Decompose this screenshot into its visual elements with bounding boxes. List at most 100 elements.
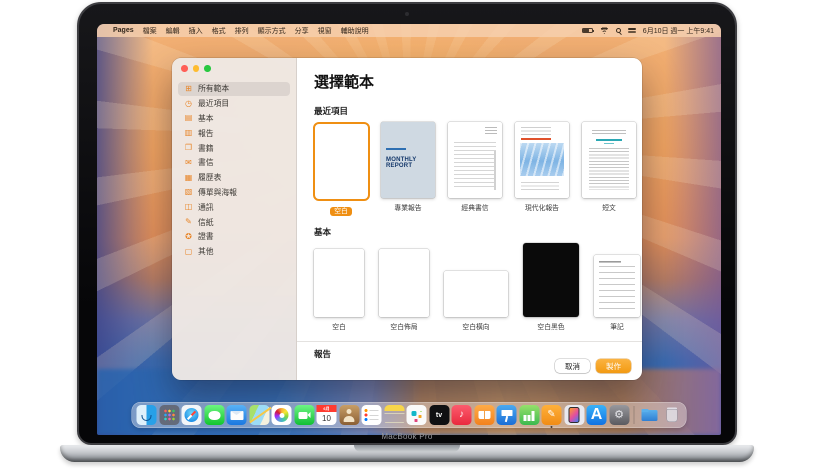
sidebar-item-label: 書籍	[198, 143, 214, 153]
menu-item-6[interactable]: 顯示方式	[258, 26, 286, 36]
sidebar-item-recents[interactable]: ◷ 最近項目	[178, 96, 290, 111]
thumbnail-art	[454, 142, 496, 190]
sidebar-item-all-templates[interactable]: ⊞ 所有範本	[178, 81, 290, 97]
dock-tv-icon[interactable]: tv	[429, 405, 449, 425]
template-blank-selected[interactable]: 空白	[312, 122, 370, 216]
running-indicator-dot	[550, 425, 553, 428]
close-button[interactable]	[181, 65, 188, 72]
dock-messages-icon[interactable]	[204, 405, 224, 425]
dock-keynote-icon[interactable]	[496, 405, 517, 425]
dock-reminders-icon[interactable]	[361, 405, 382, 425]
menu-item-1[interactable]: 檔案	[143, 26, 157, 36]
create-button[interactable]: 製作	[596, 359, 631, 373]
template-classic-letter[interactable]: 經典書信	[448, 122, 502, 212]
template-blank-layout[interactable]: 空白佈局	[379, 243, 429, 331]
all-templates-icon: ⊞	[185, 83, 192, 93]
dock-music-icon[interactable]: ♪	[451, 405, 472, 425]
sidebar-item-stationery[interactable]: ✎ 信紙	[178, 215, 290, 230]
sidebar-item-reports[interactable]: ▥ 報告	[178, 126, 290, 141]
menu-item-3[interactable]: 插入	[189, 26, 203, 36]
cancel-button[interactable]: 取消	[555, 359, 590, 373]
recents-icon: ◷	[185, 98, 192, 108]
template-blank-landscape[interactable]: 空白橫向	[444, 243, 508, 331]
sidebar-item-letters[interactable]: ✉ 書信	[178, 155, 290, 170]
wifi-icon[interactable]	[599, 27, 609, 34]
calendar-month-text: 6月	[316, 405, 337, 412]
sidebar-item-label: 報告	[198, 128, 214, 138]
menu-item-app[interactable]: Pages	[113, 27, 134, 34]
window-controls	[172, 65, 296, 72]
dock: 6月 10 tv ♪ ✎ A ⚙	[131, 402, 687, 428]
menu-item-2[interactable]: 編輯	[166, 26, 180, 36]
dock-divider	[633, 406, 635, 424]
section-label-recents: 最近項目	[314, 106, 349, 116]
dock-finder-icon[interactable]	[136, 405, 157, 425]
search-icon[interactable]	[615, 28, 621, 33]
template-thumbnail	[314, 249, 364, 317]
sidebar-item-resumes[interactable]: ▦ 履歷表	[178, 170, 290, 185]
section-divider	[297, 341, 642, 342]
sidebar-item-flyers-posters[interactable]: ▧ 傳單與海報	[178, 185, 290, 200]
template-blank[interactable]: 空白	[314, 243, 364, 331]
laptop-base	[60, 445, 754, 462]
dock-notes-icon[interactable]	[384, 405, 404, 425]
template-name: 空白橫向	[462, 324, 490, 331]
dock-facetime-icon[interactable]	[294, 405, 314, 425]
laptop-base-scoop	[354, 445, 460, 452]
sidebar-item-newsletters[interactable]: ◫ 通訊	[178, 200, 290, 215]
dock-contacts-icon[interactable]	[339, 405, 359, 425]
dock-safari-icon[interactable]	[181, 405, 202, 425]
template-note-taking[interactable]: 筆記	[594, 243, 640, 331]
template-modern-report[interactable]: 現代化報告	[515, 122, 569, 212]
menu-item-5[interactable]: 排列	[235, 26, 249, 36]
minimize-button[interactable]	[192, 65, 199, 72]
template-professional-report[interactable]: MONTHLY REPORT 專業報告	[381, 122, 435, 212]
control-center-icon[interactable]	[627, 27, 636, 34]
dock-trash-icon[interactable]	[662, 405, 682, 425]
template-name: 空白	[330, 205, 352, 216]
template-blank-black[interactable]: 空白黑色	[523, 243, 579, 331]
template-thumbnail: MONTHLY REPORT	[381, 122, 435, 198]
music-glyph: ♪	[459, 409, 464, 420]
dock-maps-icon[interactable]	[249, 405, 269, 425]
dock-books-icon[interactable]	[474, 405, 494, 425]
template-name: 經典書信	[461, 205, 489, 212]
newsletters-icon: ◫	[184, 202, 193, 212]
template-thumbnail	[523, 243, 579, 317]
menu-item-7[interactable]: 分享	[295, 26, 309, 36]
menu-item-9[interactable]: 輔助說明	[341, 26, 369, 36]
sidebar-item-certificates[interactable]: ✪ 證書	[178, 229, 290, 244]
template-thumbnail	[582, 122, 636, 198]
letters-icon: ✉	[185, 157, 192, 167]
menu-item-8[interactable]: 視窗	[318, 26, 332, 36]
sidebar-item-basic[interactable]: ▤ 基本	[178, 111, 290, 126]
dock-calendar-icon[interactable]: 6月 10	[316, 405, 337, 425]
thumbnail-art	[521, 138, 551, 140]
template-name: 空白黑色	[537, 324, 565, 331]
dock-appstore-icon[interactable]: A	[586, 405, 607, 425]
dock-iphone-icon[interactable]	[564, 405, 584, 425]
dock-numbers-icon[interactable]	[519, 405, 539, 425]
dock-pages-icon[interactable]: ✎	[541, 405, 562, 428]
template-name: 專業報告	[394, 205, 422, 212]
menu-bar-clock[interactable]: 6月10日 週一 上午9:41	[643, 26, 714, 36]
template-thumbnail	[594, 255, 640, 317]
dock-mail-icon[interactable]	[226, 405, 247, 425]
dock-settings-icon[interactable]: ⚙	[609, 405, 629, 425]
dock-downloads-icon[interactable]	[639, 405, 659, 425]
menu-item-4[interactable]: 格式	[212, 26, 226, 36]
zoom-button[interactable]	[204, 65, 211, 72]
dock-launchpad-icon[interactable]	[159, 405, 179, 425]
sidebar-item-label: 信紙	[198, 217, 214, 227]
dock-freeform-icon[interactable]	[406, 405, 427, 425]
sidebar-item-misc[interactable]: ▢ 其他	[178, 244, 290, 259]
template-thumbnail	[515, 122, 569, 198]
device-label: MacBook Pro	[381, 432, 433, 441]
reports-icon: ▥	[184, 128, 193, 138]
template-essay[interactable]: 短文	[582, 122, 636, 212]
appstore-glyph: A	[590, 406, 603, 423]
template-thumb-wrap	[523, 243, 579, 317]
dock-photos-icon[interactable]	[271, 405, 292, 425]
sidebar-item-books[interactable]: ❐ 書籍	[178, 141, 290, 156]
battery-icon[interactable]	[581, 27, 594, 34]
